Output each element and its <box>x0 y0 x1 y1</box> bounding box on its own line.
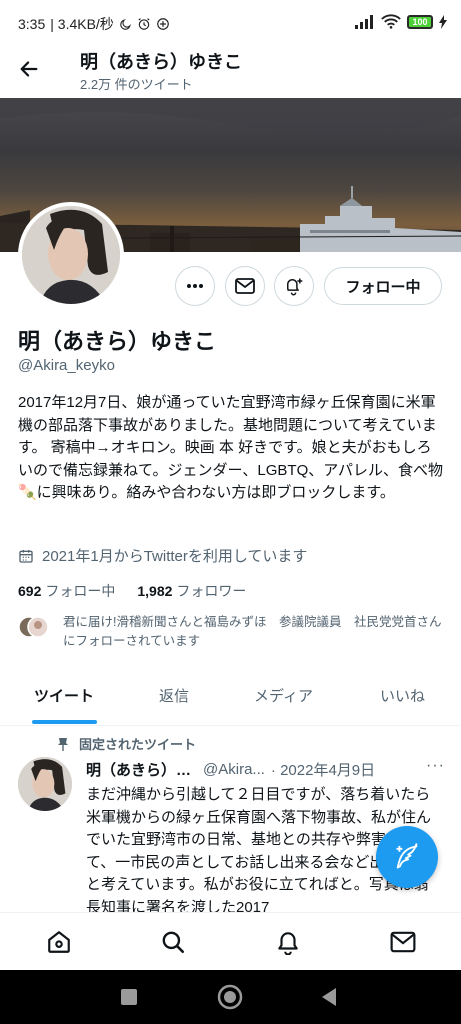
following-count: 692 <box>18 583 42 599</box>
compose-tweet-button[interactable] <box>376 826 438 888</box>
status-time: 3:35 <box>18 16 46 32</box>
tab-likes[interactable]: いいね <box>380 685 425 706</box>
notify-button[interactable] <box>274 266 314 306</box>
followers-count: 1,982 <box>137 583 173 599</box>
following-button[interactable]: フォロー中 <box>324 267 442 305</box>
nav-home[interactable] <box>44 927 74 957</box>
joined-date: 2021年1月からTwitterを利用しています <box>18 545 307 566</box>
bell-icon <box>278 932 298 955</box>
bottom-navigation <box>0 912 461 970</box>
pinned-label: 固定されたツイート <box>79 737 197 752</box>
tweet-header: 明（あきら）… @Akira... · 2022年4月9日 ··· <box>86 757 451 780</box>
profile-tabs: ツイート 返信 メディア いいね <box>0 670 461 726</box>
battery-indicator: 100 <box>407 14 433 29</box>
bell-plus-icon <box>287 278 303 296</box>
status-left: 3:35 | 3.4KB/秒 <box>18 14 170 34</box>
nav-messages[interactable] <box>388 927 418 957</box>
followed-by-avatars <box>18 616 48 638</box>
status-bar: 3:35 | 3.4KB/秒 100 <box>0 0 461 42</box>
message-button[interactable] <box>225 266 265 306</box>
alarm-icon <box>138 18 150 30</box>
tweet-author-handle: @Akira... <box>203 761 265 778</box>
followers-stat[interactable]: 1,982 フォロワー <box>137 581 246 601</box>
tab-replies[interactable]: 返信 <box>159 685 189 706</box>
pinned-label-row: 固定されたツイート <box>57 734 196 753</box>
more-options-button[interactable] <box>175 266 215 306</box>
profile-bio: 2017年12月7日、娘が通っていた宜野湾市緑ヶ丘保育園に米軍機の部品落下事故が… <box>18 394 443 501</box>
tweet-avatar-photo <box>18 757 72 811</box>
envelope-icon <box>390 931 416 953</box>
tweet-author-name: 明（あきら）… <box>86 762 192 779</box>
profile-action-row: フォロー中 <box>0 266 461 306</box>
tweet-date: · 2022年4月9日 <box>270 762 376 779</box>
back-button[interactable] <box>14 54 44 84</box>
charging-icon <box>439 14 447 29</box>
search-icon <box>162 931 185 954</box>
nav-search[interactable] <box>158 927 188 957</box>
system-navigation-bar <box>0 970 461 1024</box>
home-icon <box>48 931 70 953</box>
tweet-more-icon[interactable]: ··· <box>426 757 445 775</box>
nav-notifications[interactable] <box>273 927 303 957</box>
followed-by[interactable]: 君に届け!滑稽新聞さんと福島みずほ 参議院議員 社民党党首さんにフォローされてい… <box>18 613 443 653</box>
profile-header-bar: 明（あきら）ゆきこ 2.2万 件のツイート <box>0 42 461 98</box>
arrow-left-icon <box>20 61 38 77</box>
envelope-icon <box>235 278 255 294</box>
compose-feather-icon <box>396 843 418 869</box>
tweet-author-avatar[interactable] <box>18 757 72 811</box>
active-tab-indicator <box>32 720 97 724</box>
triangle-back-icon <box>322 988 336 1006</box>
header-title: 明（あきら）ゆきこ <box>80 52 242 72</box>
following-label: フォロー中 <box>45 583 116 599</box>
pin-icon <box>58 737 68 751</box>
tab-media[interactable]: メディア <box>254 685 313 706</box>
system-home-button[interactable] <box>217 984 243 1015</box>
app-notification-icon <box>156 18 169 30</box>
followed-by-text: 君に届け!滑稽新聞さんと福島みずほ 参議院議員 社民党党首さんにフォローされてい… <box>63 615 442 648</box>
profile-name: 明（あきら）ゆきこ <box>18 329 217 354</box>
wifi-icon <box>381 14 401 29</box>
system-back-button[interactable] <box>320 987 338 1012</box>
network-speed: | 3.4KB/秒 <box>50 16 114 32</box>
status-right: 100 <box>355 14 447 29</box>
calendar-icon <box>19 549 33 563</box>
square-icon <box>121 989 137 1005</box>
joined-text: 2021年1月からTwitterを利用しています <box>42 548 308 565</box>
following-stat[interactable]: 692 フォロー中 <box>18 581 115 601</box>
profile-handle: @Akira_keyko <box>18 357 115 374</box>
signal-icon <box>355 14 373 29</box>
moon-icon <box>120 18 131 30</box>
system-recents-button[interactable] <box>120 988 138 1011</box>
header-tweet-count: 2.2万 件のツイート <box>80 77 193 92</box>
more-horizontal-icon <box>187 284 203 288</box>
tab-tweets[interactable]: ツイート <box>34 685 94 706</box>
follow-stats: 692 フォロー中 1,982 フォロワー <box>18 581 246 601</box>
circle-home-icon <box>217 984 243 1010</box>
followers-label: フォロワー <box>176 583 247 599</box>
